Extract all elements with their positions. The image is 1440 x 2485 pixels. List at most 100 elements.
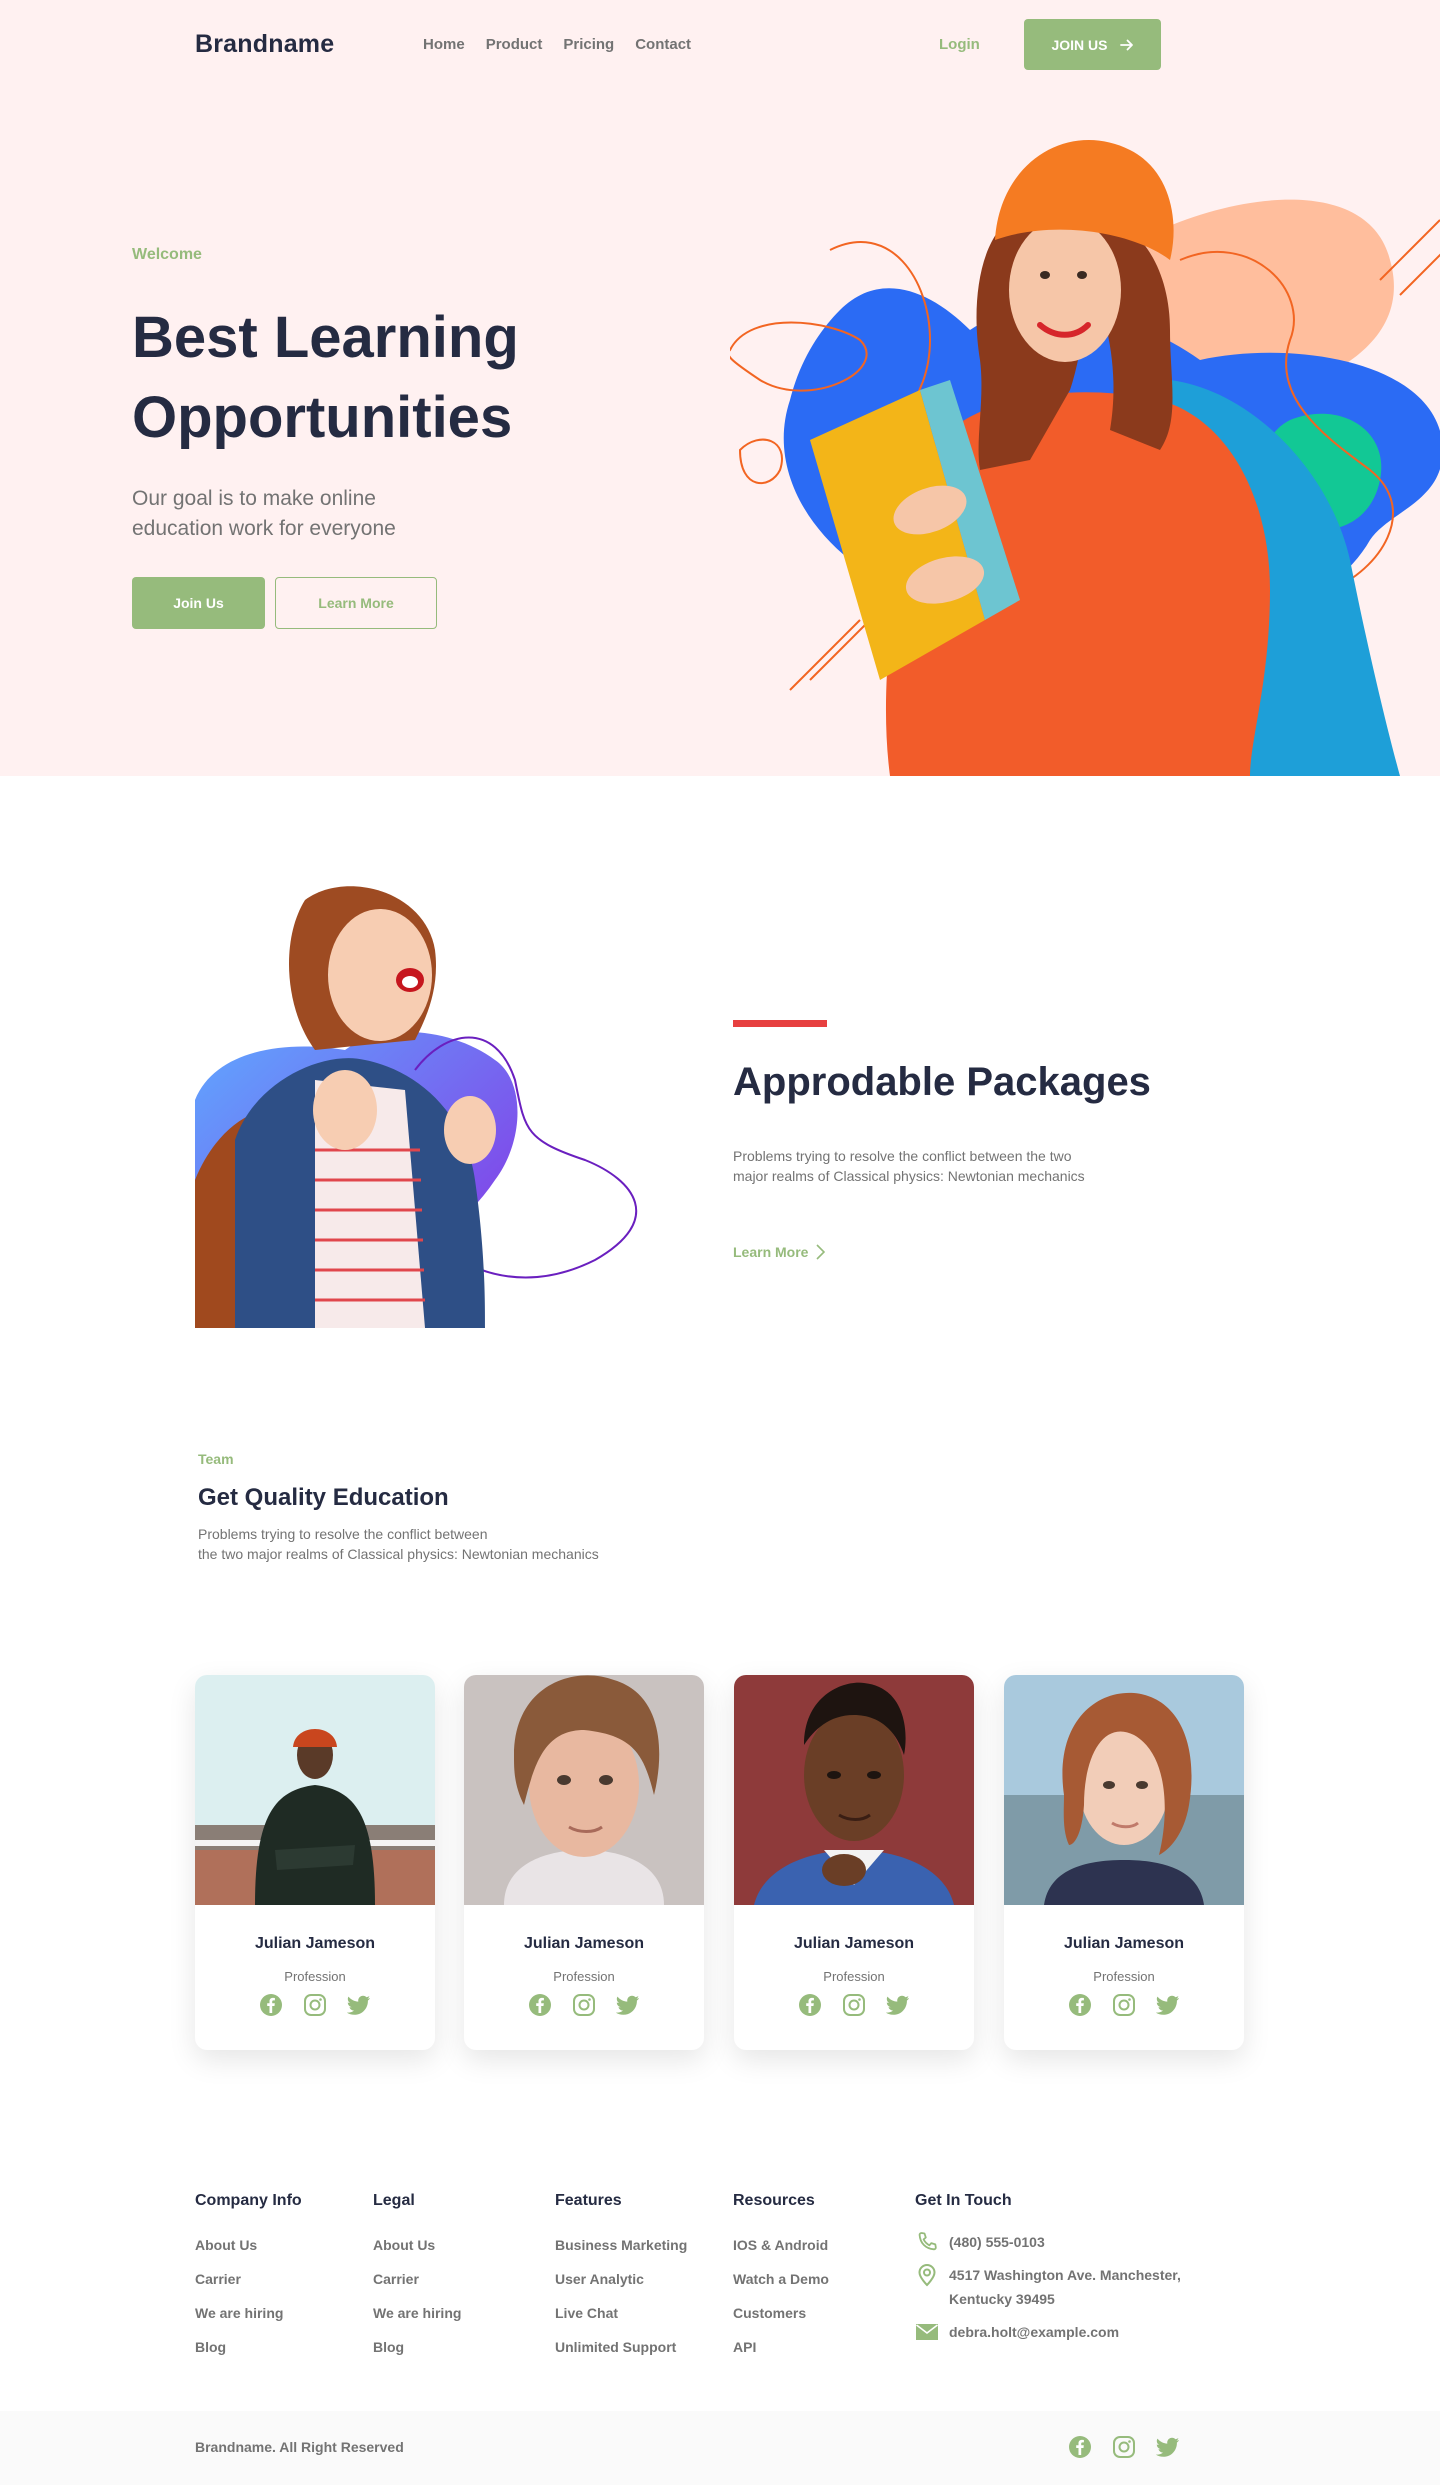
footer-link[interactable]: User Analytic [555, 2270, 687, 2304]
team-member-card[interactable]: Julian Jameson Profession [1004, 1675, 1244, 2050]
footer-link[interactable]: About Us [195, 2236, 302, 2270]
facebook-icon[interactable] [1068, 2435, 1092, 2459]
team-member-photo [1004, 1675, 1244, 1905]
team-member-profession: Profession [823, 1969, 885, 1984]
contact-phone: (480) 555-0103 [949, 2234, 1045, 2250]
footer-column-title: Resources [733, 2192, 815, 2209]
footer-link[interactable]: Watch a Demo [733, 2270, 829, 2304]
footer-column-features: Features Business Marketing User Analyti… [555, 2192, 687, 2372]
footer-link[interactable]: Customers [733, 2304, 829, 2338]
facebook-icon[interactable] [259, 1993, 283, 2017]
packages-learn-more-label: Learn More [733, 1244, 809, 1260]
team-member-card[interactable]: Julian Jameson Profession [734, 1675, 974, 2050]
packages-description: Problems trying to resolve the conflict … [733, 1148, 1085, 1184]
team-member-photo [464, 1675, 704, 1905]
footer-contact-title: Get In Touch [915, 2192, 1012, 2209]
hero-section: Brandname Home Product Pricing Contact L… [0, 0, 1440, 776]
footer-column-resources: Resources IOS & Android Watch a Demo Cus… [733, 2192, 829, 2372]
facebook-icon[interactable] [528, 1993, 552, 2017]
team-eyebrow: Team [198, 1451, 234, 1467]
footer-link[interactable]: Blog [195, 2338, 302, 2372]
login-link[interactable]: Login [939, 36, 980, 53]
team-member-card[interactable]: Julian Jameson Profession [195, 1675, 435, 2050]
section-accent-bar [733, 1020, 827, 1027]
team-member-name: Julian Jameson [523, 1935, 645, 1952]
contact-email: debra.holt@example.com [949, 2324, 1120, 2340]
nav-link-contact[interactable]: Contact [635, 36, 691, 53]
footer-link[interactable]: Carrier [195, 2270, 302, 2304]
team-member-profession: Profession [284, 1969, 346, 1984]
team-member-profession: Profession [1093, 1969, 1155, 1984]
instagram-icon[interactable] [842, 1993, 866, 2017]
twitter-icon[interactable] [1156, 2435, 1180, 2459]
team-member-name: Julian Jameson [254, 1935, 376, 1952]
facebook-icon[interactable] [1068, 1993, 1092, 2017]
hero-eyebrow: Welcome [132, 246, 202, 263]
packages-learn-more-link[interactable]: Learn More [733, 1244, 826, 1260]
phone-icon [918, 2232, 937, 2251]
team-member-photo [734, 1675, 974, 1905]
team-member-profession: Profession [553, 1969, 615, 1984]
footer-link[interactable]: Carrier [373, 2270, 461, 2304]
footer-link[interactable]: Live Chat [555, 2304, 687, 2338]
footer-column-company-info: Company Info About Us Carrier We are hir… [195, 2192, 302, 2372]
location-pin-icon [918, 2263, 936, 2287]
nav-link-home[interactable]: Home [423, 36, 465, 53]
footer-link[interactable]: We are hiring [373, 2304, 461, 2338]
copyright-text: Brandname. All Right Reserved [195, 2439, 404, 2455]
hero-title: Best Learning Opportunities [132, 305, 519, 450]
footer-link[interactable]: API [733, 2338, 829, 2372]
footer-socials [1068, 2435, 1180, 2459]
team-description-line-1: Problems trying to resolve the conflict … [198, 1526, 488, 1542]
footer-link[interactable]: Unlimited Support [555, 2338, 687, 2372]
chevron-right-icon [816, 1244, 826, 1260]
footer-column-legal: Legal About Us Carrier We are hiring Blo… [373, 2192, 461, 2372]
twitter-icon[interactable] [347, 1993, 371, 2017]
hero-student-illustration [730, 140, 1440, 776]
brand-logo[interactable]: Brandname [195, 30, 334, 59]
team-description-line-2: the two major realms of Classical physic… [198, 1546, 599, 1562]
team-title: Get Quality Education [198, 1484, 449, 1511]
nav-links: Home Product Pricing Contact [423, 36, 691, 53]
footer-contact: Get In Touch (480) 555-0103 4517 Washing… [915, 2192, 1245, 2353]
footer-column-title: Features [555, 2192, 622, 2209]
instagram-icon[interactable] [572, 1993, 596, 2017]
nav-link-product[interactable]: Product [486, 36, 543, 53]
twitter-icon[interactable] [886, 1993, 910, 2017]
packages-title: Approdable Packages [733, 1060, 1151, 1104]
team-member-socials [464, 1993, 704, 2017]
contact-address-row[interactable]: 4517 Washington Ave. Manchester, Kentuck… [915, 2263, 1245, 2311]
twitter-icon[interactable] [1156, 1993, 1180, 2017]
join-us-label: JOIN US [1051, 36, 1108, 53]
instagram-icon[interactable] [1112, 2435, 1136, 2459]
instagram-icon[interactable] [303, 1993, 327, 2017]
hero-learn-more-button[interactable]: Learn More [275, 577, 437, 629]
top-navbar: Brandname Home Product Pricing Contact L… [0, 0, 1440, 90]
team-member-socials [1004, 1993, 1244, 2017]
footer-column-title: Legal [373, 2192, 415, 2209]
footer-link[interactable]: Business Marketing [555, 2236, 687, 2270]
mail-icon [916, 2324, 938, 2340]
facebook-icon[interactable] [798, 1993, 822, 2017]
team-member-card[interactable]: Julian Jameson Profession [464, 1675, 704, 2050]
team-member-socials [734, 1993, 974, 2017]
team-member-photo [195, 1675, 435, 1905]
footer-link[interactable]: IOS & Android [733, 2236, 829, 2270]
nav-link-pricing[interactable]: Pricing [563, 36, 614, 53]
footer-link[interactable]: We are hiring [195, 2304, 302, 2338]
contact-email-row[interactable]: debra.holt@example.com [915, 2320, 1245, 2344]
join-us-button[interactable]: JOIN US [1024, 19, 1161, 70]
hero-join-button[interactable]: Join Us [132, 577, 265, 629]
instagram-icon[interactable] [1112, 1993, 1136, 2017]
contact-phone-row[interactable]: (480) 555-0103 [915, 2230, 1245, 2254]
twitter-icon[interactable] [616, 1993, 640, 2017]
team-member-name: Julian Jameson [1063, 1935, 1185, 1952]
team-member-name: Julian Jameson [793, 1935, 915, 1952]
contact-address: 4517 Washington Ave. Manchester, Kentuck… [949, 2267, 1181, 2307]
footer-column-title: Company Info [195, 2192, 302, 2209]
team-description: Problems trying to resolve the conflict … [198, 1524, 698, 1564]
arrow-right-icon [1119, 39, 1133, 50]
footer-bottom-bar: Brandname. All Right Reserved [0, 2411, 1440, 2485]
footer-link[interactable]: Blog [373, 2338, 461, 2372]
footer-link[interactable]: About Us [373, 2236, 461, 2270]
